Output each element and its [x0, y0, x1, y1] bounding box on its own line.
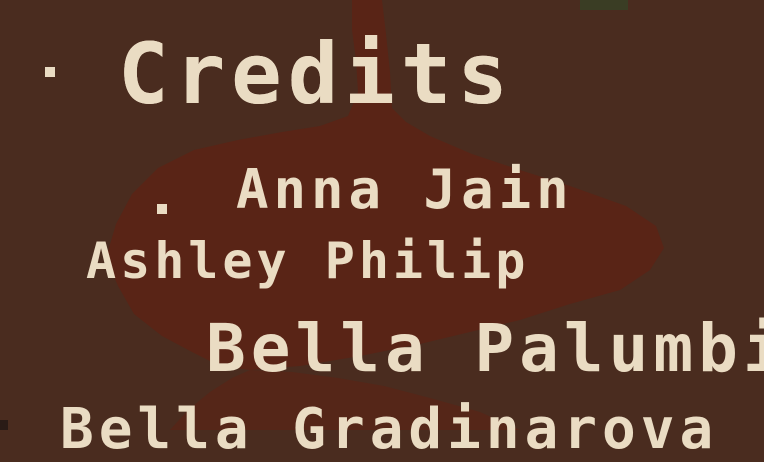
credit-name-1: Anna Jain: [236, 158, 574, 221]
bullet-dot-icon: [45, 67, 55, 77]
credit-name-2: Ashley Philip: [86, 232, 530, 290]
credit-name-4: Bella Gradinarova: [60, 397, 719, 462]
credits-panel: Credits Anna Jain Ashley Philip Bella Pa…: [0, 0, 764, 462]
credits-title: Credits: [118, 25, 515, 123]
bullet-dot-icon: [157, 204, 167, 214]
credit-name-3: Bella Palumbi: [206, 310, 764, 387]
